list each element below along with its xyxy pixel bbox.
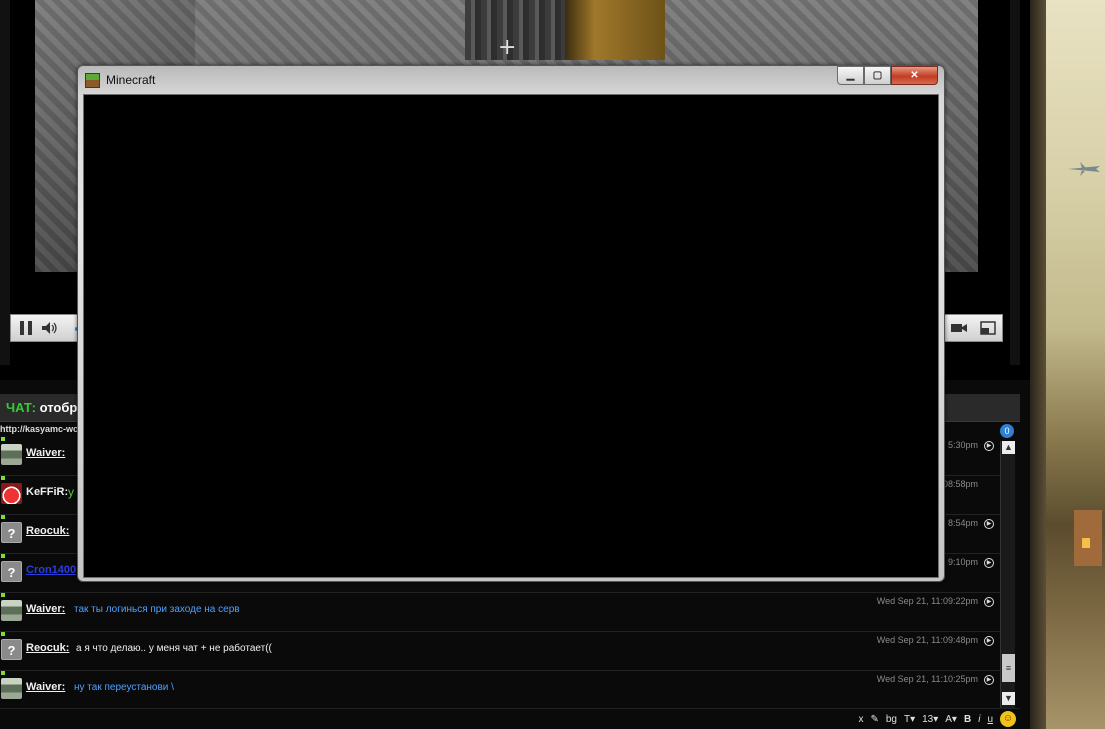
scroll-down-icon[interactable]: ▼ — [1002, 692, 1015, 705]
bold-button[interactable]: B — [964, 714, 971, 725]
window-title: Minecraft — [106, 73, 156, 87]
window-controls: ▁ ▢ ✕ — [837, 66, 938, 85]
scroll-thumb[interactable]: ≡ — [1002, 654, 1015, 682]
font-size-select[interactable]: 13▾ — [922, 714, 938, 725]
reply-icon[interactable]: ▶ — [984, 441, 994, 451]
chat-scrollbar[interactable]: ▲ ≡ ▼ — [1000, 441, 1015, 708]
message-time: Wed Sep 21, 11:09:48pm — [876, 635, 978, 645]
message-text: ну так переустанови \ — [74, 682, 174, 693]
message-text: а я что делаю.. у меня чат + не работает… — [76, 643, 272, 654]
message-time: 9:10pm — [947, 557, 978, 567]
avatar[interactable] — [1, 444, 22, 465]
minecraft-client-area[interactable] — [83, 94, 939, 578]
text-color-select[interactable]: A▾ — [945, 714, 957, 725]
page-frame-edge — [1030, 0, 1046, 729]
message-author[interactable]: Waiver: — [26, 447, 65, 459]
controls-left-group — [10, 314, 89, 342]
message-time: Wed Sep 21, 11:10:25pm — [876, 674, 978, 684]
message-text: так ты логинься при заходе на серв — [74, 604, 240, 615]
chat-title: ЧАТ: отобр — [6, 400, 78, 415]
scroll-up-icon[interactable]: ▲ — [1002, 441, 1015, 454]
wood-block — [565, 0, 665, 60]
message-author[interactable]: Waiver: — [26, 603, 65, 615]
list-item: ? Reocuk: а я что делаю.. у меня чат + н… — [0, 632, 1000, 671]
avatar[interactable] — [1, 600, 22, 621]
maximize-button[interactable]: ▢ — [864, 66, 891, 85]
smiley-icon[interactable]: ☺ — [1000, 711, 1016, 727]
reply-icon[interactable]: ▶ — [984, 519, 994, 529]
pen-icon[interactable]: ✎ — [870, 714, 878, 725]
chat-toolbar: x ✎ bg T▾ 13▾ A▾ B i u ☺ — [0, 708, 1020, 729]
avatar[interactable]: ? — [1, 639, 22, 660]
fullscreen-icon[interactable] — [979, 319, 997, 337]
screen: + ЧАТ: отобр http://kasyamc-wo 0 Waiver:… — [0, 0, 1105, 729]
reply-icon[interactable]: ▶ — [984, 636, 994, 646]
avatar[interactable] — [1, 483, 22, 504]
controls-right-group — [944, 314, 1003, 342]
message-author[interactable]: KeFFiR: — [26, 486, 68, 498]
message-author[interactable]: Waiver: — [26, 681, 65, 693]
list-item: Waiver: так ты логинься при заходе на се… — [0, 593, 1000, 632]
plane-icon — [1068, 162, 1100, 176]
message-time: 8:54pm — [947, 518, 978, 528]
crosshair-icon: + — [498, 35, 517, 60]
background-painting — [1030, 0, 1105, 729]
chat-url[interactable]: http://kasyamc-wo — [0, 424, 79, 434]
unread-badge: 0 — [1000, 424, 1014, 438]
reply-icon[interactable]: ▶ — [984, 597, 994, 607]
camera-icon[interactable] — [950, 319, 968, 337]
minecraft-grass-icon — [85, 73, 100, 88]
avatar[interactable]: ? — [1, 561, 22, 582]
reply-icon[interactable]: ▶ — [984, 558, 994, 568]
font-select[interactable]: T▾ — [904, 714, 915, 725]
message-time: 5:30pm — [947, 440, 978, 450]
message-time: Wed Sep 21, 11:09:22pm — [876, 596, 978, 606]
message-author[interactable]: Reocuk: — [26, 525, 69, 537]
background-building — [1074, 510, 1102, 566]
minimize-button[interactable]: ▁ — [837, 66, 864, 85]
minecraft-window: Minecraft ▁ ▢ ✕ — [77, 65, 945, 582]
avatar[interactable]: ? — [1, 522, 22, 543]
italic-button[interactable]: i — [978, 714, 980, 725]
pause-icon[interactable] — [17, 319, 35, 337]
close-button[interactable]: ✕ — [891, 66, 938, 85]
message-author[interactable]: Cron1400 — [26, 564, 76, 576]
list-item: Waiver: ну так переустанови \ Wed Sep 21… — [0, 671, 1000, 710]
message-author[interactable]: Reocuk: — [26, 642, 69, 654]
clear-button[interactable]: x — [858, 714, 863, 725]
background-color-button[interactable]: bg — [886, 714, 897, 725]
reply-icon[interactable]: ▶ — [984, 675, 994, 685]
underline-button[interactable]: u — [987, 714, 993, 725]
volume-icon[interactable] — [41, 319, 59, 337]
avatar[interactable] — [1, 678, 22, 699]
message-text: у — [68, 485, 74, 499]
